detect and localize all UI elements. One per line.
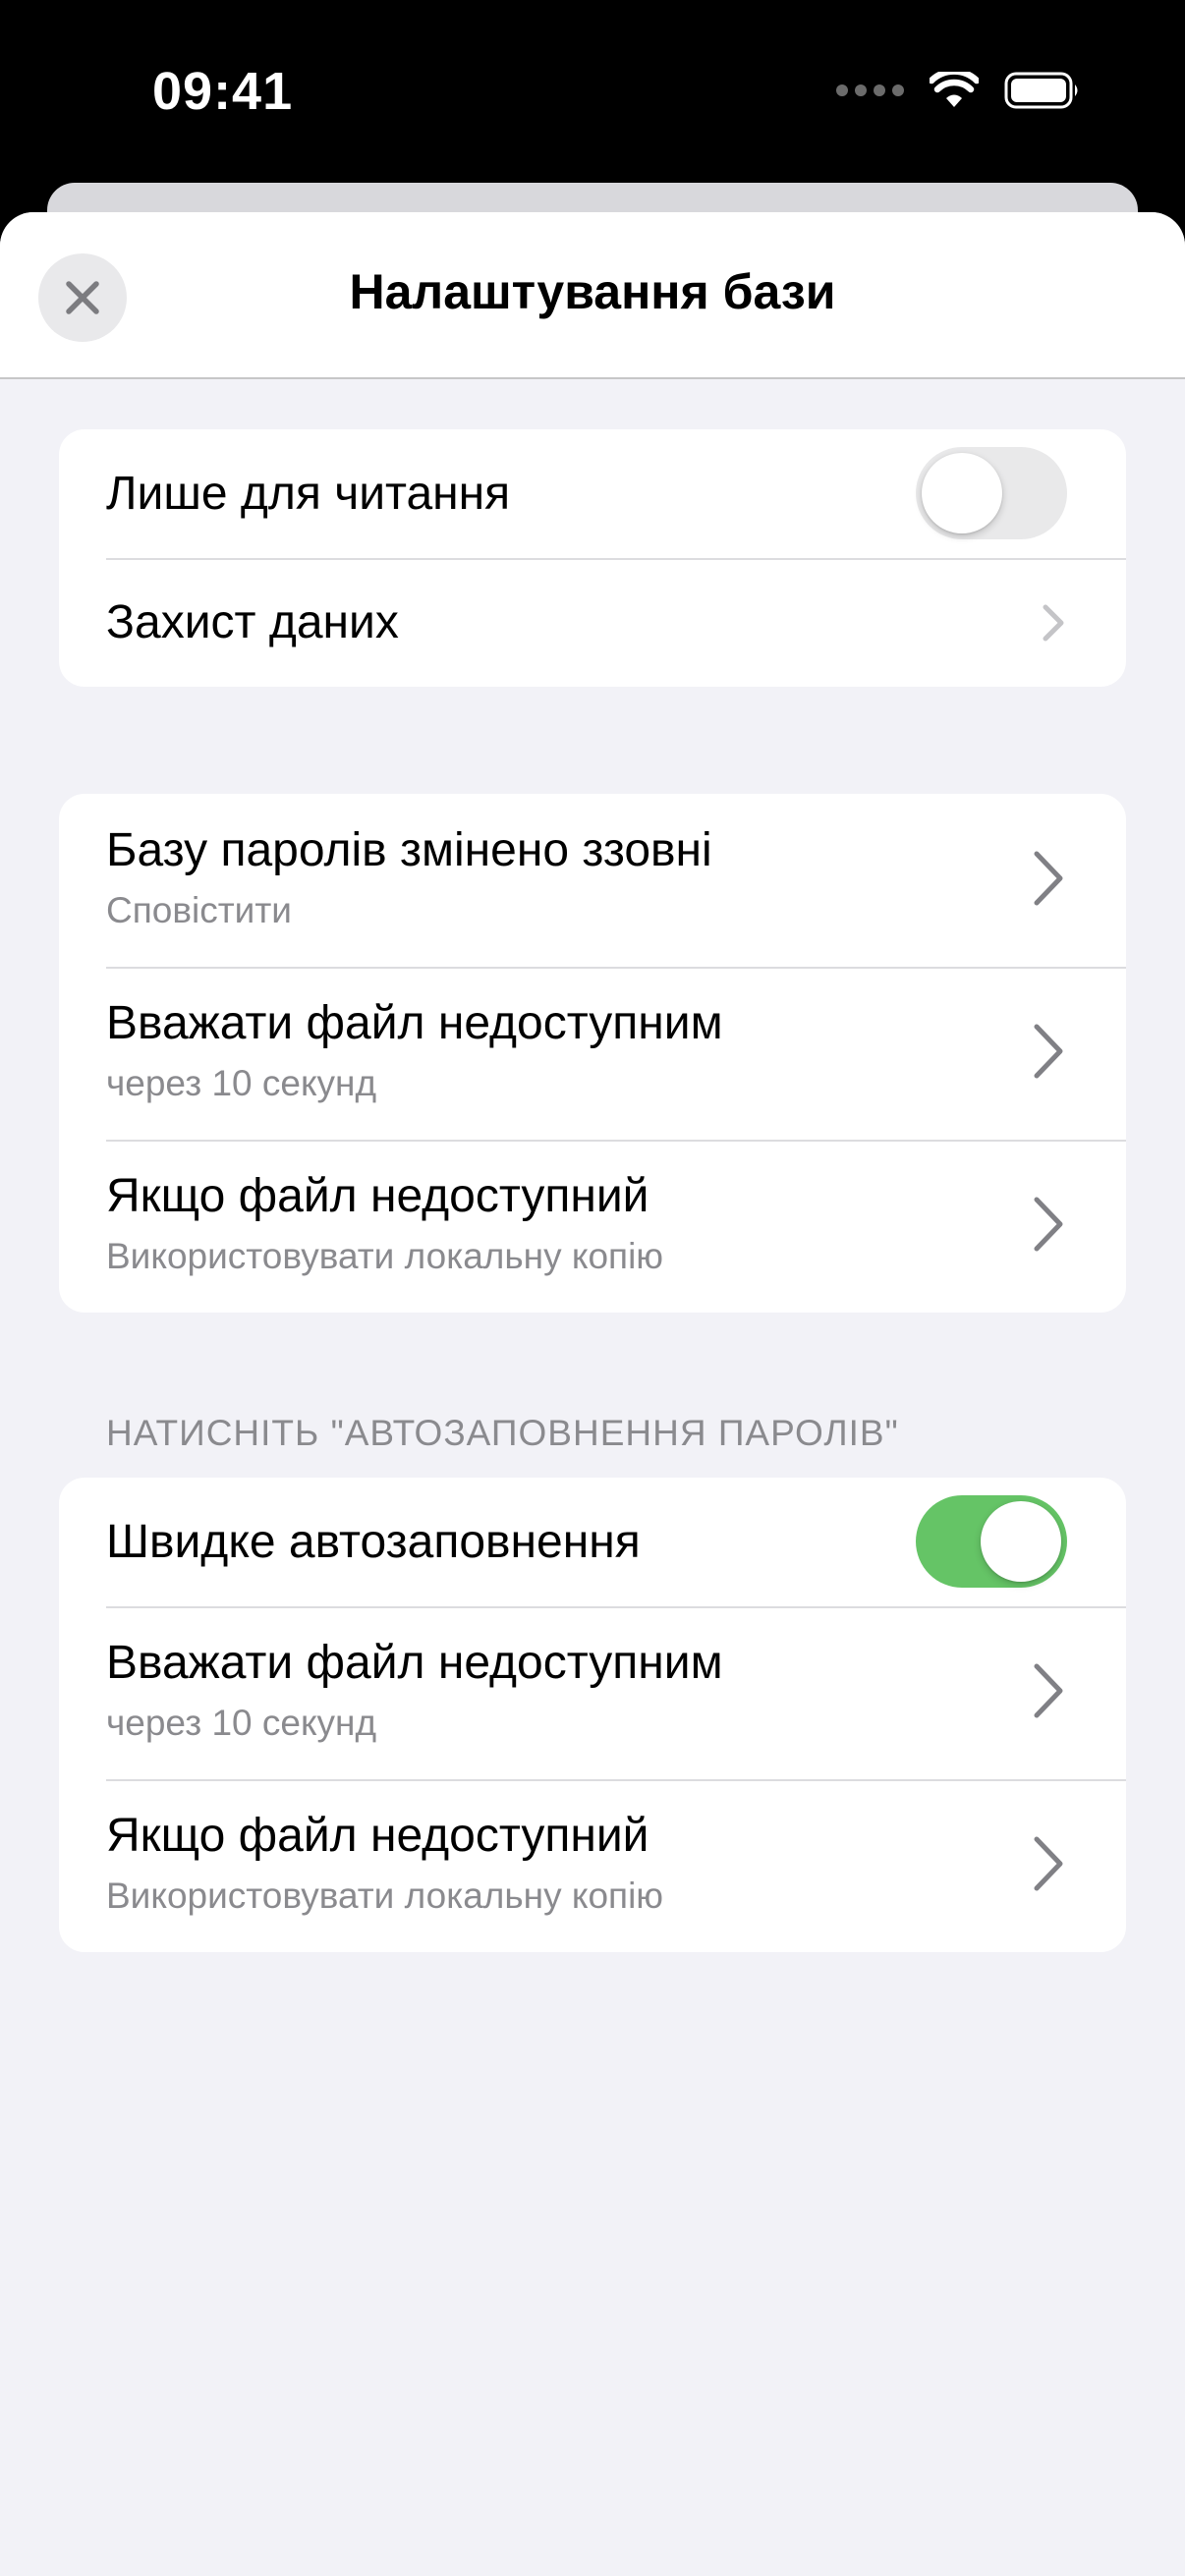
autofill-file-unavailable-timeout-value: через 10 секунд bbox=[106, 1703, 377, 1743]
chevron-right-icon bbox=[1034, 1197, 1063, 1252]
data-protection-label: Захист даних bbox=[106, 596, 399, 648]
file-unavailable-action-title: Якщо файл недоступний bbox=[106, 1170, 649, 1222]
external-change-value: Сповістити bbox=[106, 890, 292, 930]
toggle-knob bbox=[922, 453, 1002, 533]
external-change-row[interactable]: Базу паролів змінено ззовні Сповістити bbox=[59, 794, 1126, 967]
autofill-file-unavailable-timeout-title: Вважати файл недоступним bbox=[106, 1637, 723, 1689]
autofill-section-header: НАТИСНІТЬ "АВТОЗАПОВНЕННЯ ПАРОЛІВ" bbox=[106, 1413, 899, 1453]
file-unavailable-action-row[interactable]: Якщо файл недоступний Використовувати ло… bbox=[59, 1140, 1126, 1313]
autofill-file-unavailable-timeout-row[interactable]: Вважати файл недоступним через 10 секунд bbox=[59, 1606, 1126, 1779]
file-unavailable-timeout-row[interactable]: Вважати файл недоступним через 10 секунд bbox=[59, 967, 1126, 1140]
autofill-file-unavailable-action-title: Якщо файл недоступний bbox=[106, 1810, 649, 1862]
chevron-right-icon bbox=[1034, 1836, 1063, 1891]
chevron-right-icon bbox=[1043, 604, 1064, 642]
file-unavailable-timeout-value: через 10 секунд bbox=[106, 1063, 377, 1103]
read-only-row: Лише для читання bbox=[59, 429, 1126, 558]
quick-autofill-toggle[interactable] bbox=[916, 1495, 1067, 1588]
autofill-file-unavailable-action-row[interactable]: Якщо файл недоступний Використовувати ло… bbox=[59, 1779, 1126, 1952]
file-settings-group: Базу паролів змінено ззовні Сповістити В… bbox=[59, 794, 1126, 1313]
navigation-bar: Налаштування бази bbox=[0, 212, 1185, 379]
signal-icon bbox=[836, 84, 904, 96]
file-unavailable-action-value: Використовувати локальну копію bbox=[106, 1236, 664, 1276]
status-icons bbox=[836, 71, 1081, 110]
data-protection-row[interactable]: Захист даних bbox=[59, 558, 1126, 687]
page-title: Налаштування бази bbox=[349, 264, 836, 319]
autofill-settings-group: Швидке автозаповнення Вважати файл недос… bbox=[59, 1478, 1126, 1952]
status-time: 09:41 bbox=[152, 62, 294, 121]
file-unavailable-timeout-title: Вважати файл недоступним bbox=[106, 997, 723, 1049]
quick-autofill-row: Швидке автозаповнення bbox=[59, 1478, 1126, 1606]
screen: 09:41 Налаштування бази Лише для читання… bbox=[0, 0, 1185, 2576]
chevron-right-icon bbox=[1034, 1663, 1063, 1718]
chevron-right-icon bbox=[1034, 1024, 1063, 1079]
status-bar: 09:41 bbox=[0, 0, 1185, 187]
quick-autofill-label: Швидке автозаповнення bbox=[106, 1516, 641, 1568]
read-only-toggle[interactable] bbox=[916, 447, 1067, 539]
general-settings-group: Лише для читання Захист даних bbox=[59, 429, 1126, 687]
chevron-right-icon bbox=[1034, 851, 1063, 906]
wifi-icon bbox=[930, 72, 979, 107]
read-only-label: Лише для читання bbox=[106, 468, 511, 520]
toggle-knob bbox=[981, 1501, 1061, 1582]
battery-icon bbox=[1004, 72, 1078, 109]
autofill-file-unavailable-action-value: Використовувати локальну копію bbox=[106, 1876, 664, 1916]
external-change-title: Базу паролів змінено ззовні bbox=[106, 824, 712, 876]
settings-sheet: Налаштування бази Лише для читання Захис… bbox=[0, 212, 1185, 2576]
